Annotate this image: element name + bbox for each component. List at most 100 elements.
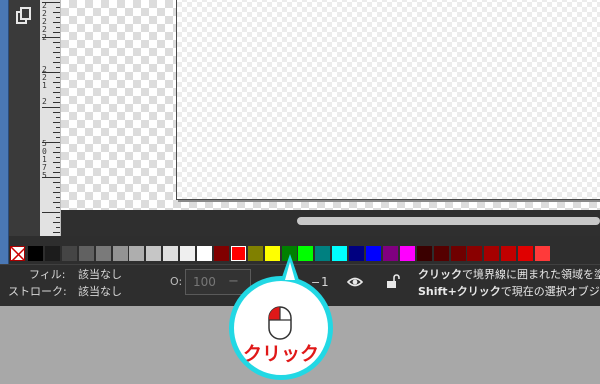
ruler-tick: [53, 232, 60, 233]
ruler-tick: [53, 192, 60, 193]
window-frame-edge: [0, 0, 8, 306]
ruler-tick: [56, 97, 60, 98]
color-swatch[interactable]: [416, 246, 432, 261]
ruler-tick: [56, 67, 60, 68]
ruler-tick: [53, 52, 60, 53]
mouse-left-click-icon: [268, 306, 292, 340]
ruler-tick: [53, 92, 60, 93]
stroke-label: ストローク:: [8, 285, 67, 298]
color-swatch[interactable]: [484, 246, 500, 261]
ruler-tick: [56, 207, 60, 208]
callout-pointer-inner: [285, 262, 295, 280]
ruler-tick: [53, 182, 60, 183]
ruler-tick: [56, 167, 60, 168]
ruler-label: 2: [42, 33, 47, 42]
color-swatch[interactable]: [28, 246, 43, 261]
ruler-tick: [56, 157, 60, 158]
ruler-tick: [53, 22, 60, 23]
opacity-decrease-button[interactable]: −: [228, 274, 239, 289]
ruler-tick: [56, 197, 60, 198]
ruler-tick: [56, 57, 60, 58]
callout-label: クリック: [242, 343, 319, 365]
ruler-tick: [56, 187, 60, 188]
tool-panel: [9, 0, 40, 236]
color-swatch[interactable]: [332, 246, 348, 261]
ruler-label: 2: [42, 97, 47, 106]
horizontal-scrollbar-thumb[interactable]: [297, 217, 600, 225]
ruler-tick: [53, 42, 60, 43]
color-swatch[interactable]: [315, 246, 331, 261]
document-page[interactable]: [176, 0, 600, 200]
hint-line-1: クリックで境界線に囲まれた領域を塗り: [418, 268, 600, 281]
ruler-tick: [42, 107, 60, 108]
ruler-tick: [53, 62, 60, 63]
ruler-tick: [53, 162, 60, 163]
color-swatch[interactable]: [366, 246, 381, 261]
paste-icon[interactable]: [15, 7, 33, 25]
color-swatch[interactable]: [349, 246, 365, 261]
color-swatch[interactable]: [95, 246, 111, 261]
no-paint-icon: [11, 247, 24, 260]
color-swatch[interactable]: [535, 246, 550, 261]
ruler-tick: [53, 32, 60, 33]
ruler-tick: [42, 212, 60, 213]
ruler-tick: [56, 47, 60, 48]
ruler-tick: [56, 217, 60, 218]
ruler-label: 5: [42, 171, 47, 180]
no-paint-swatch[interactable]: [10, 246, 25, 261]
ruler-tick: [53, 122, 60, 123]
stroke-value[interactable]: 該当なし: [78, 283, 122, 299]
ruler-tick: [53, 132, 60, 133]
color-swatch[interactable]: [501, 246, 517, 261]
color-swatch[interactable]: [230, 246, 246, 261]
fill-label: フィル:: [29, 268, 66, 281]
color-swatch[interactable]: [213, 246, 229, 261]
ruler-tick: [56, 137, 60, 138]
opacity-value: 100: [193, 275, 216, 289]
ruler-tick: [53, 152, 60, 153]
canvas[interactable]: [61, 0, 600, 210]
ruler-tick: [56, 127, 60, 128]
color-swatch[interactable]: [112, 246, 128, 261]
current-layer[interactable]: 1: [321, 275, 329, 289]
ruler-tick: [56, 17, 60, 18]
ruler-tick: [53, 172, 60, 173]
color-swatch[interactable]: [197, 246, 212, 261]
eye-icon[interactable]: [347, 276, 363, 288]
ruler-tick: [56, 227, 60, 228]
opacity-label: O:: [170, 275, 183, 288]
ruler-tick: [53, 102, 60, 103]
color-swatch[interactable]: [467, 246, 483, 261]
ruler-tick: [56, 87, 60, 88]
ruler-tick: [53, 12, 60, 13]
color-swatch[interactable]: [264, 246, 280, 261]
vertical-ruler[interactable]: 22222221250175: [40, 0, 61, 236]
color-swatch[interactable]: [129, 246, 145, 261]
ruler-label: 1: [42, 81, 47, 90]
ruler-tick: [56, 147, 60, 148]
color-swatch[interactable]: [433, 246, 449, 261]
color-swatch[interactable]: [78, 246, 94, 261]
color-swatch[interactable]: [163, 246, 179, 261]
color-swatch[interactable]: [298, 246, 314, 261]
color-swatch[interactable]: [44, 246, 60, 261]
hint-line-2: Shift+クリックで現在の選択オブジェク: [418, 285, 600, 298]
color-swatch[interactable]: [382, 246, 398, 261]
ruler-tick: [56, 117, 60, 118]
color-swatch[interactable]: [247, 246, 263, 261]
ruler-tick: [53, 222, 60, 223]
color-swatch[interactable]: [180, 246, 196, 261]
color-swatch[interactable]: [61, 246, 77, 261]
ruler-tick: [53, 202, 60, 203]
ruler-tick: [56, 7, 60, 8]
color-swatch[interactable]: [146, 246, 162, 261]
color-swatch[interactable]: [450, 246, 466, 261]
unlock-icon[interactable]: [386, 274, 400, 289]
color-swatch[interactable]: [399, 246, 415, 261]
ruler-tick: [56, 27, 60, 28]
ruler-tick: [53, 82, 60, 83]
ruler-tick: [53, 112, 60, 113]
color-swatch[interactable]: [518, 246, 534, 261]
ruler-tick: [56, 77, 60, 78]
fill-value[interactable]: 該当なし: [78, 266, 122, 282]
